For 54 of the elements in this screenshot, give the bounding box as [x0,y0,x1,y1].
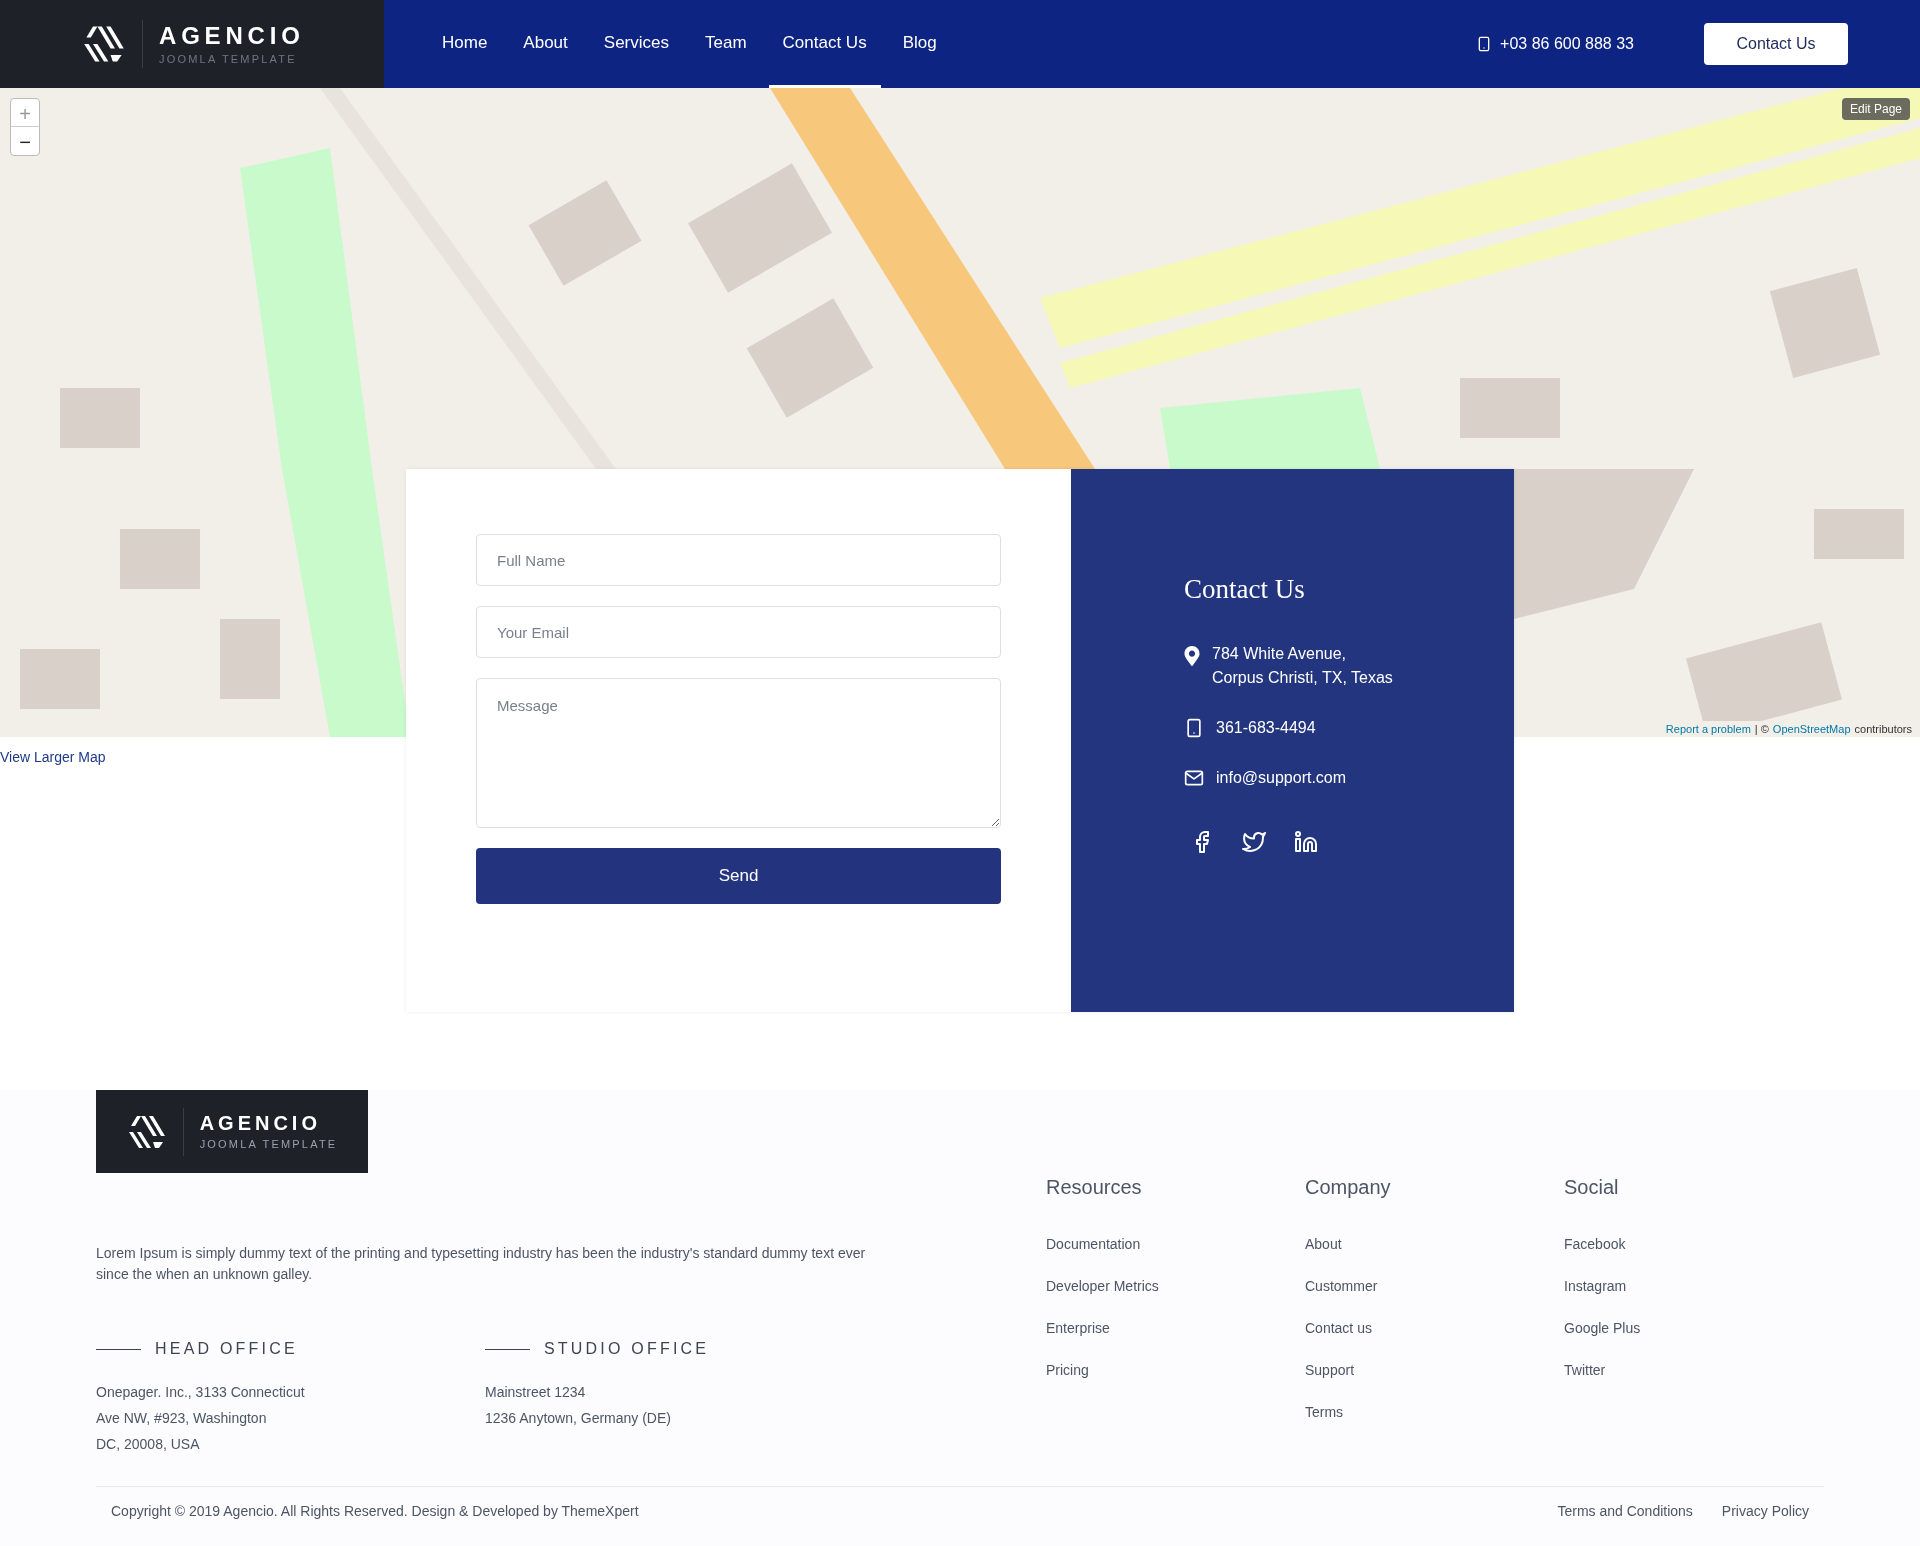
input-field[interactable]: Your Email [476,606,1001,658]
footer-link[interactable]: Google Plus [1564,1318,1823,1339]
office-address: Onepager. Inc., 3133 Connecticut Ave NW, #923, Washington DC, 20008, USA [96,1383,306,1454]
report-problem-link[interactable]: Report a problem [1665,720,1751,737]
footer-description: Lorem Ipsum is simply dummy text of the printing and typesetting industry has been the industry's standard dummy text ever since the when an unknown galley. [96,1244,867,1284]
phone-icon [1184,717,1204,738]
input-field[interactable]: Full Name [476,534,1001,586]
footer-link[interactable]: Instagram [1564,1276,1823,1297]
view-larger-map-link[interactable]: View Larger Map [0,747,106,768]
openstreetmap-link[interactable]: OpenStreetMap [1772,720,1851,737]
footer-link[interactable]: Custommer [1305,1276,1564,1297]
contact-detail: info@support.com [1216,767,1347,788]
header-phone: +03 86 600 888 33 [1500,34,1634,54]
copyright-text: Copyright © 2019 Agencio. All Rights Reserved. Design & Developed by ThemeXpert [111,1502,639,1521]
office-title: STUDIO OFFICE [544,1339,710,1359]
office-title: HEAD OFFICE [155,1339,298,1359]
attribution-text: contributors [1854,721,1912,737]
legal-link[interactable]: Terms and Conditions [1557,1501,1693,1522]
zoom-out-button[interactable]: − [11,127,39,155]
message-field[interactable]: Message [476,678,1001,828]
nav-link[interactable]: Blog [888,0,951,88]
location-pin-icon [1184,645,1200,666]
contact-us-button[interactable]: Contact Us [1704,23,1848,65]
logo-name: AGENCIO [199,1110,322,1136]
contact-detail: 784 White Avenue, Corpus Christi, TX, Texas [1212,643,1393,688]
footer-link[interactable]: Contact us [1305,1318,1564,1339]
footer-link[interactable]: Enterprise [1046,1318,1305,1339]
footer-column-title: Company [1305,1175,1392,1200]
contact-title: Contact Us [1184,573,1306,606]
logo-tagline: JOOMLA TEMPLATE [199,1136,338,1152]
nav-link[interactable]: Team [691,0,761,88]
footer-column-title: Social [1564,1175,1620,1200]
edit-page-button[interactable]: Edit Page [1841,98,1910,120]
attribution-separator: | © [1754,721,1769,737]
footer-link[interactable]: Facebook [1564,1234,1823,1255]
nav-link[interactable]: Services [589,0,683,88]
legal-link[interactable]: Privacy Policy [1721,1501,1809,1522]
office-address: Mainstreet 1234 1236 Anytown, Germany (DE) [485,1383,672,1428]
footer-link[interactable]: Support [1305,1360,1564,1381]
footer-link[interactable]: Pricing [1046,1360,1305,1381]
contact-detail: 361-683-4494 [1216,717,1316,738]
nav-link[interactable]: Home [428,0,502,88]
linkedin-icon[interactable] [1294,829,1318,854]
footer-link[interactable]: Documentation [1046,1234,1305,1255]
footer-link[interactable]: About [1305,1234,1564,1255]
send-button[interactable]: Send [476,848,1001,904]
footer-link[interactable]: Terms [1305,1402,1564,1423]
footer-link[interactable]: Twitter [1564,1360,1823,1381]
nav-link[interactable]: About [509,0,582,88]
twitter-icon[interactable] [1242,829,1266,854]
logo-tagline: JOOMLA TEMPLATE [159,51,298,67]
footer-column-title: Resources [1046,1175,1143,1200]
footer-link[interactable]: Developer Metrics [1046,1276,1305,1297]
logo-name: AGENCIO [159,20,305,51]
